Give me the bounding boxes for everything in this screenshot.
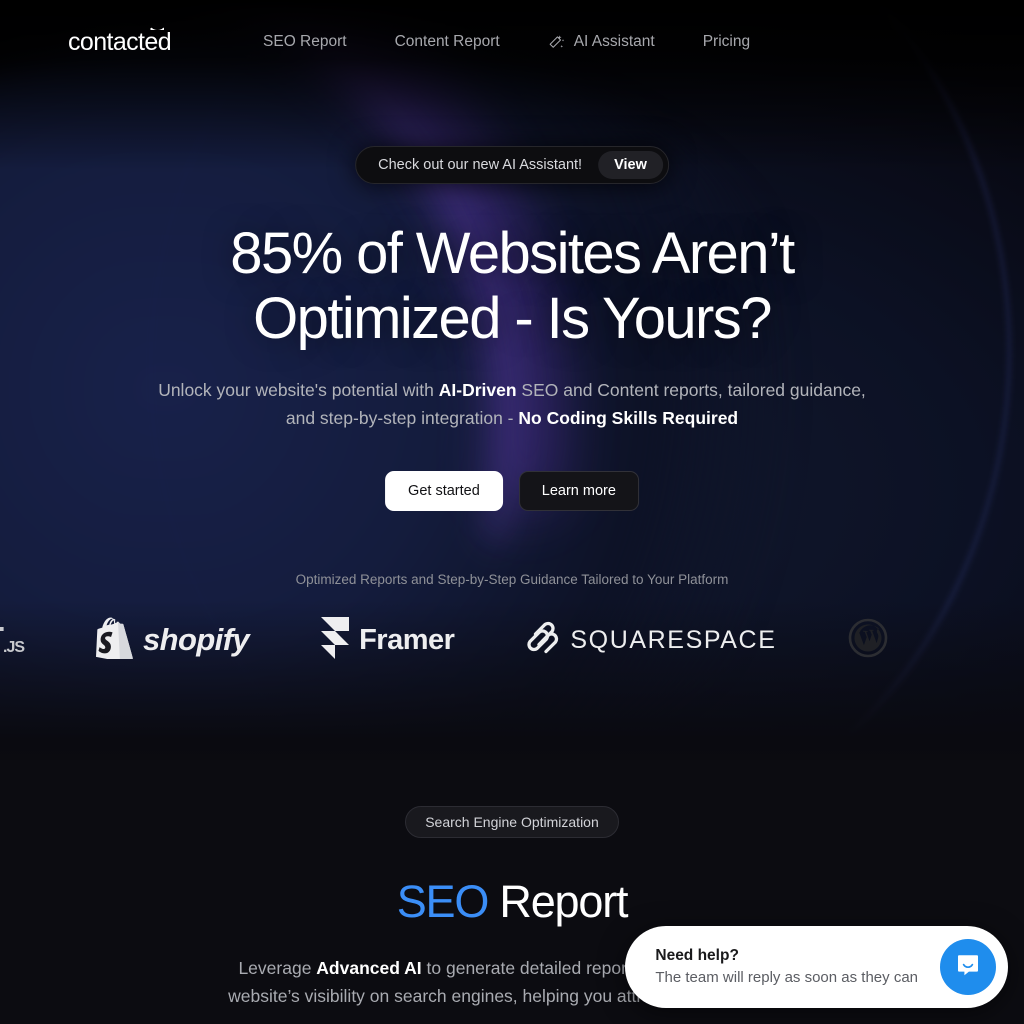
- hero-subheading: Unlock your website's potential with AI-…: [147, 376, 877, 433]
- squarespace-mark-icon: [526, 621, 560, 660]
- learn-more-button[interactable]: Learn more: [518, 471, 639, 511]
- framer-logo-text: Framer: [359, 623, 455, 656]
- chat-bubble-icon: [954, 951, 982, 984]
- nav-link-pricing[interactable]: Pricing: [703, 33, 750, 51]
- magic-wand-icon: [548, 34, 565, 51]
- subheading-strong-2: No Coding Skills Required: [518, 408, 739, 429]
- nav-link-label: SEO Report: [263, 33, 347, 50]
- chat-prompt-title: Need help?: [655, 946, 739, 964]
- framer-mark-icon: [321, 616, 350, 664]
- seo-copy-part-1: Leverage: [238, 958, 317, 978]
- shopify-logo: shopify: [96, 617, 250, 664]
- squarespace-logo: SQUARESPACE: [526, 621, 776, 660]
- subheading-strong-1: AI-Driven: [438, 380, 517, 400]
- nextjs-logo-suffix: .JS: [3, 639, 25, 656]
- landing-page: contacted SEO Report Content Report AI A…: [0, 0, 1024, 1024]
- framer-logo: Framer: [321, 616, 455, 664]
- nav-link-label: AI Assistant: [573, 33, 655, 50]
- main-navigation: contacted SEO Report Content Report AI A…: [0, 0, 1024, 84]
- seo-section-pill[interactable]: Search Engine Optimization: [405, 806, 619, 838]
- seo-section-title: SEO Report: [0, 876, 1024, 928]
- chat-prompt-subtitle: The team will reply as soon as they can: [655, 968, 918, 986]
- platform-logo-marquee: EXT.JS shopify: [0, 612, 1024, 668]
- subheading-part-1: Unlock your website's potential with: [158, 380, 439, 400]
- hero-cta-row: Get started Learn more: [385, 471, 639, 511]
- nav-link-label: Pricing: [702, 33, 751, 50]
- chat-prompt-text: Need help? The team will reply as soon a…: [655, 946, 918, 988]
- logo-smile-icon: [147, 21, 164, 30]
- hero-headline-line-1: 85% of Websites Aren’t: [230, 221, 795, 286]
- brand-logo[interactable]: contacted: [68, 27, 172, 56]
- brand-logo-text: contacted: [68, 27, 172, 56]
- nav-links: SEO Report Content Report AI Assistant P…: [263, 33, 750, 51]
- nav-link-content-report[interactable]: Content Report: [395, 33, 500, 51]
- nav-link-seo-report[interactable]: SEO Report: [263, 33, 347, 51]
- shopify-mark-icon: [96, 617, 134, 664]
- chat-launcher-button[interactable]: [940, 939, 996, 995]
- squarespace-logo-text: SQUARESPACE: [570, 625, 777, 654]
- shopify-logo-text: shopify: [143, 622, 250, 657]
- nav-link-label: Content Report: [394, 33, 500, 50]
- nav-link-ai-assistant[interactable]: AI Assistant: [548, 33, 655, 51]
- announcement-view-button[interactable]: View: [598, 151, 663, 179]
- hero-headline: 85% of Websites Aren’t Optimized - Is Yo…: [0, 221, 1024, 352]
- wordpress-logo: [848, 618, 888, 663]
- seo-title-accent: SEO: [396, 876, 490, 927]
- seo-title-rest: Report: [488, 876, 628, 927]
- chat-widget: Need help? The team will reply as soon a…: [625, 926, 1008, 1008]
- hero-headline-line-2: Optimized - Is Yours?: [253, 285, 772, 351]
- wordpress-mark-icon: [848, 618, 888, 663]
- seo-copy-strong: Advanced AI: [316, 958, 422, 978]
- marquee-track: EXT.JS shopify: [0, 612, 888, 668]
- marquee-caption: Optimized Reports and Step-by-Step Guida…: [295, 572, 729, 587]
- get-started-button[interactable]: Get started: [385, 471, 503, 511]
- announcement-banner[interactable]: Check out our new AI Assistant! View: [355, 146, 669, 184]
- announcement-text: Check out our new AI Assistant!: [378, 157, 583, 173]
- chat-prompt-card[interactable]: Need help? The team will reply as soon a…: [625, 926, 1008, 1008]
- nextjs-logo: EXT.JS: [0, 619, 25, 661]
- background-blue-rim: [116, 0, 1024, 879]
